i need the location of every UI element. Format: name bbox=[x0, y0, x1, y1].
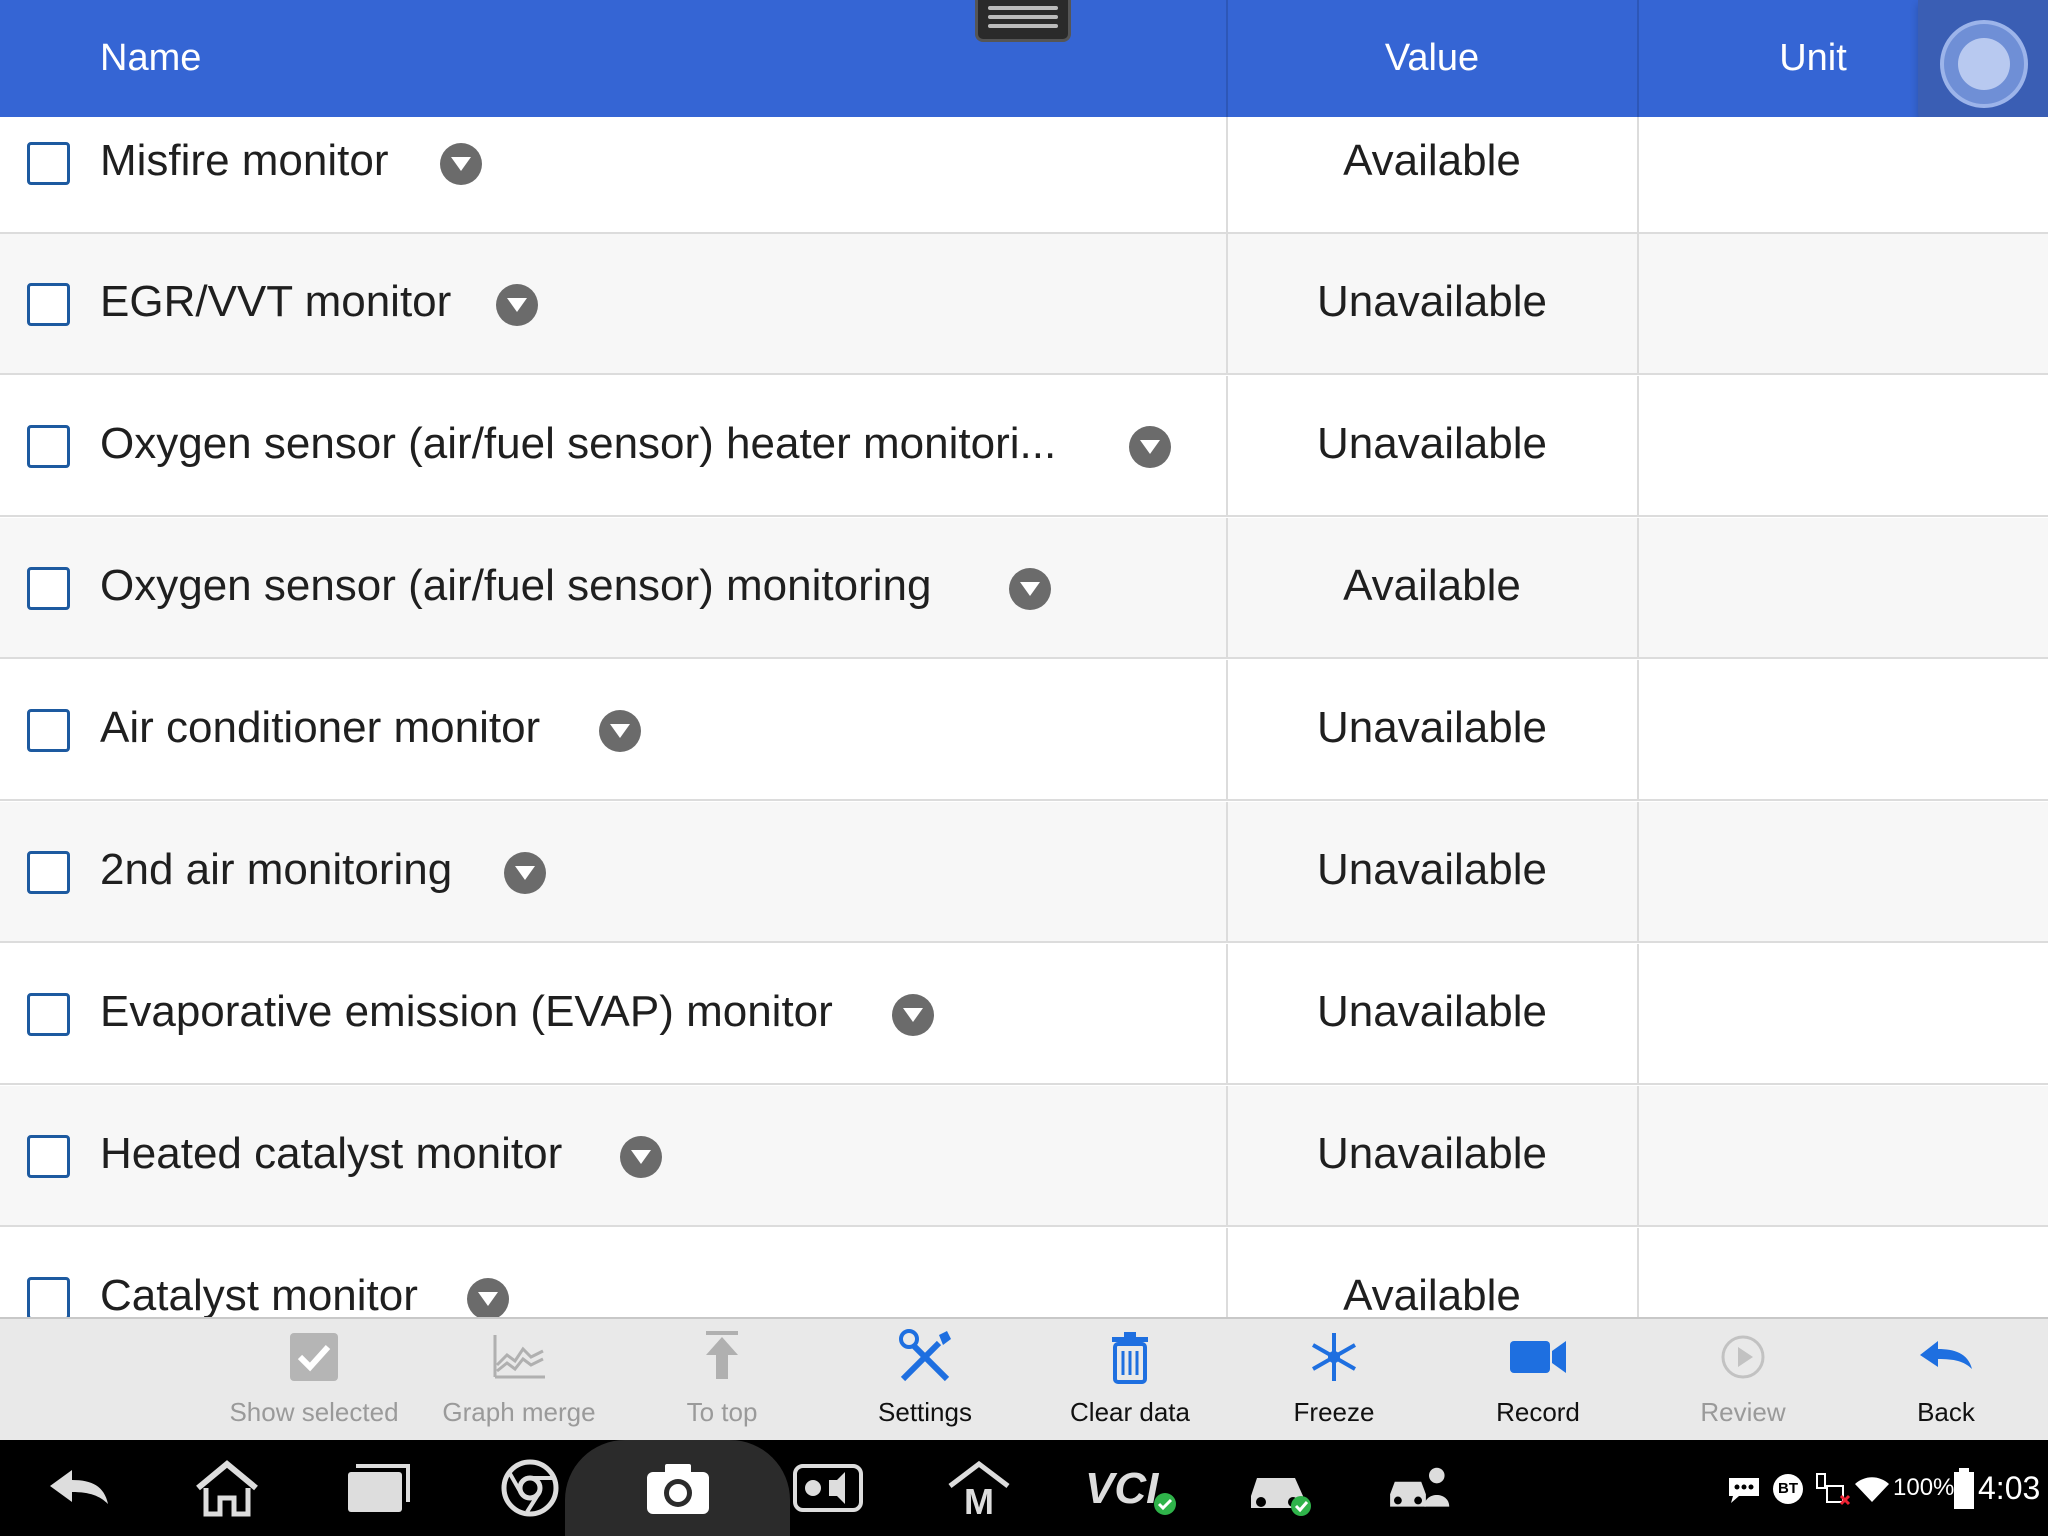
chevron-down-icon[interactable] bbox=[496, 284, 538, 326]
row-checkbox[interactable] bbox=[27, 993, 70, 1036]
row-checkbox[interactable] bbox=[27, 709, 70, 752]
floating-assistive-button[interactable] bbox=[1918, 0, 2048, 130]
battery-percent: 100% bbox=[1893, 1474, 1955, 1501]
table-row: Heated catalyst monitor Unavailable bbox=[0, 1086, 2048, 1227]
row-name: Evaporative emission (EVAP) monitor bbox=[100, 987, 833, 1036]
row-checkbox[interactable] bbox=[27, 425, 70, 468]
record-button[interactable]: Record bbox=[1453, 1319, 1623, 1442]
row-checkbox[interactable] bbox=[27, 851, 70, 894]
row-checkbox[interactable] bbox=[27, 567, 70, 610]
chevron-down-icon[interactable] bbox=[1009, 568, 1051, 610]
row-value: Unavailable bbox=[1317, 1129, 1547, 1178]
chevron-down-icon[interactable] bbox=[504, 852, 546, 894]
settings-button[interactable]: Settings bbox=[840, 1319, 1010, 1442]
svg-text:M: M bbox=[964, 1481, 994, 1518]
wifi-icon bbox=[1855, 1477, 1889, 1502]
chevron-down-icon[interactable] bbox=[1129, 426, 1171, 468]
vci-icon[interactable]: VCI bbox=[1085, 1458, 1185, 1518]
row-value: Available bbox=[1343, 136, 1521, 185]
system-nav-bar: M VCI BT 100% 4:03 bbox=[0, 1440, 2048, 1536]
chevron-down-icon[interactable] bbox=[599, 710, 641, 752]
recent-apps-icon[interactable] bbox=[342, 1458, 412, 1518]
row-name: Heated catalyst monitor bbox=[100, 1129, 563, 1178]
chevron-down-icon[interactable] bbox=[467, 1278, 509, 1317]
maxifix-m-icon[interactable]: M bbox=[944, 1458, 1014, 1518]
chevron-down-icon[interactable] bbox=[892, 994, 934, 1036]
home-icon[interactable] bbox=[192, 1458, 262, 1518]
back-arrow-icon bbox=[1920, 1341, 1972, 1369]
clock: 4:03 bbox=[1978, 1470, 2041, 1506]
message-icon bbox=[1729, 1478, 1759, 1503]
browser-icon[interactable] bbox=[495, 1458, 565, 1518]
camera-icon[interactable] bbox=[643, 1458, 713, 1518]
tools-icon bbox=[899, 1329, 951, 1382]
table-row: Misfire monitor Available bbox=[0, 117, 2048, 234]
chevron-down-icon[interactable] bbox=[620, 1136, 662, 1178]
table-row: Evaporative emission (EVAP) monitor Unav… bbox=[0, 944, 2048, 1085]
row-value: Unavailable bbox=[1317, 419, 1547, 468]
table-row: EGR/VVT monitor Unavailable bbox=[0, 234, 2048, 375]
row-value: Unavailable bbox=[1317, 845, 1547, 894]
column-header-value[interactable]: Value bbox=[1227, 0, 1637, 117]
row-value: Available bbox=[1343, 1271, 1521, 1317]
row-name: Oxygen sensor (air/fuel sensor) monitori… bbox=[100, 561, 932, 610]
check-badge-icon bbox=[1154, 1493, 1176, 1515]
checkbox-icon bbox=[290, 1333, 338, 1381]
table-row: Catalyst monitor Available bbox=[0, 1228, 2048, 1317]
table-row: Air conditioner monitor Unavailable bbox=[0, 660, 2048, 801]
row-value: Unavailable bbox=[1317, 987, 1547, 1036]
bottom-toolbar: Show selected Graph merge To top Setting… bbox=[0, 1317, 2048, 1440]
network-disconnected-icon bbox=[1816, 1473, 1851, 1506]
row-value: Unavailable bbox=[1317, 703, 1547, 752]
battery-icon bbox=[1954, 1468, 1974, 1509]
graph-merge-button[interactable]: Graph merge bbox=[434, 1319, 604, 1442]
arrow-up-icon bbox=[706, 1331, 738, 1379]
table-row: 2nd air monitoring Unavailable bbox=[0, 802, 2048, 943]
row-name: 2nd air monitoring bbox=[100, 845, 453, 894]
row-name: Catalyst monitor bbox=[100, 1271, 418, 1317]
row-name: Oxygen sensor (air/fuel sensor) heater m… bbox=[100, 419, 1057, 468]
review-button[interactable]: Review bbox=[1658, 1319, 1828, 1442]
column-header-name[interactable]: Name bbox=[100, 0, 201, 117]
row-name: Misfire monitor bbox=[100, 136, 389, 185]
graph-icon bbox=[493, 1335, 545, 1379]
row-checkbox[interactable] bbox=[27, 142, 70, 185]
vehicle-connected-icon[interactable] bbox=[1245, 1458, 1315, 1518]
to-top-button[interactable]: To top bbox=[637, 1319, 807, 1442]
row-checkbox[interactable] bbox=[27, 1135, 70, 1178]
snowflake-icon bbox=[1312, 1333, 1356, 1381]
table-row: Oxygen sensor (air/fuel sensor) monitori… bbox=[0, 518, 2048, 659]
brightness-volume-icon[interactable] bbox=[793, 1458, 863, 1518]
back-icon[interactable] bbox=[44, 1458, 114, 1518]
back-button[interactable]: Back bbox=[1861, 1319, 2031, 1442]
vehicle-user-icon[interactable] bbox=[1387, 1458, 1457, 1518]
table-row: Oxygen sensor (air/fuel sensor) heater m… bbox=[0, 376, 2048, 517]
row-checkbox[interactable] bbox=[27, 1277, 70, 1317]
drag-handle[interactable] bbox=[975, 0, 1071, 42]
trash-icon bbox=[1112, 1332, 1148, 1384]
play-circle-icon bbox=[1721, 1335, 1765, 1379]
row-name: EGR/VVT monitor bbox=[100, 277, 452, 326]
vci-label: VCI bbox=[1085, 1464, 1159, 1513]
row-value: Available bbox=[1343, 561, 1521, 610]
video-camera-icon bbox=[1510, 1341, 1566, 1373]
row-value: Unavailable bbox=[1317, 277, 1547, 326]
show-selected-button[interactable]: Show selected bbox=[229, 1319, 399, 1442]
row-checkbox[interactable] bbox=[27, 283, 70, 326]
clear-data-button[interactable]: Clear data bbox=[1045, 1319, 1215, 1442]
freeze-button[interactable]: Freeze bbox=[1249, 1319, 1419, 1442]
chevron-down-icon[interactable] bbox=[440, 143, 482, 185]
table-header: Name Value Unit bbox=[0, 0, 2048, 117]
data-stream-list[interactable]: Misfire monitor Available EGR/VVT monito… bbox=[0, 117, 2048, 1317]
row-name: Air conditioner monitor bbox=[100, 703, 541, 752]
bluetooth-icon: BT bbox=[1773, 1474, 1803, 1504]
